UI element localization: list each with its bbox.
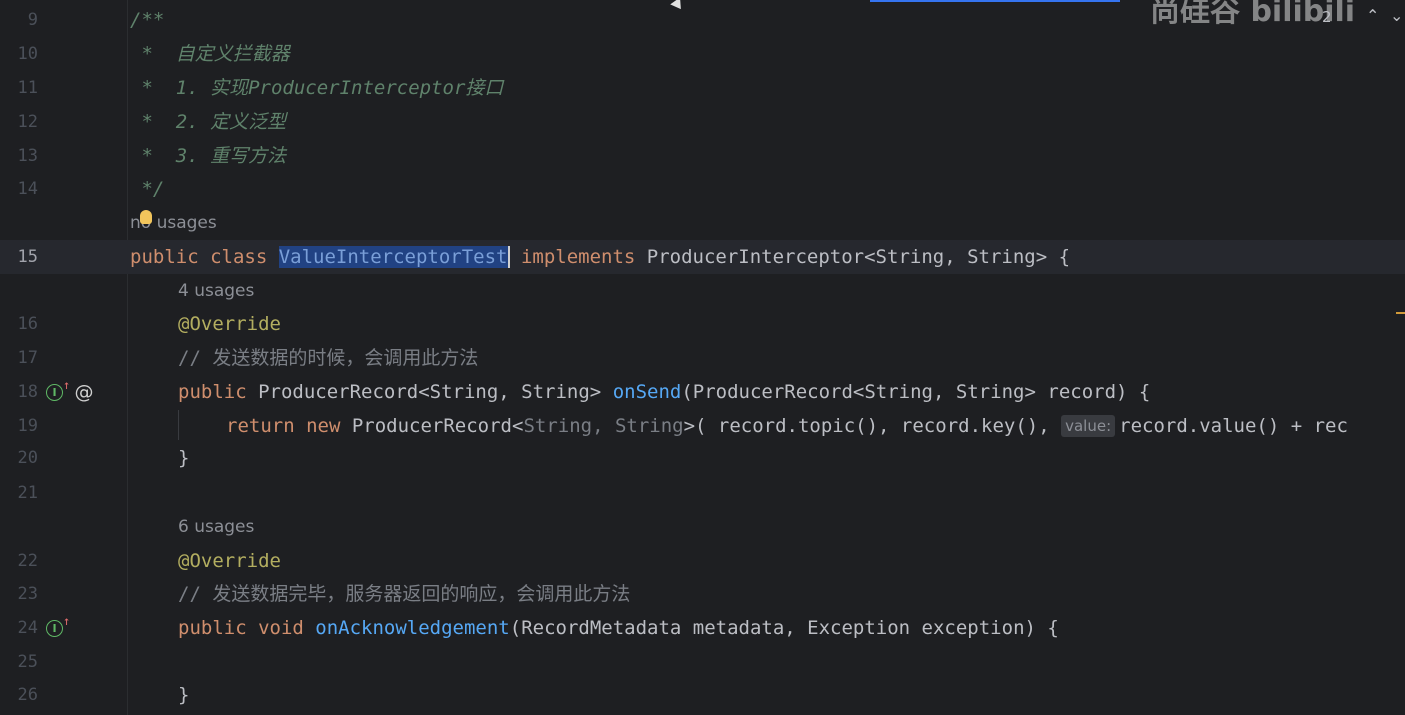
code-line-9[interactable]: 9 /** (0, 3, 1405, 37)
class-declaration: public class ValueInterceptorTest implem… (130, 240, 1070, 274)
line-number: 24 (17, 618, 38, 638)
code-line-14[interactable]: 14 */ (0, 172, 1405, 206)
interface-type: ProducerInterceptor<String, String> { (646, 246, 1071, 268)
closing-brace: } (178, 447, 190, 469)
code-line-16[interactable]: 16 @Override (0, 307, 1405, 341)
line-comment: // 发送数据的时候，会调用此方法 (178, 347, 479, 369)
doc-comment-text: * 1. 实现ProducerInterceptor接口 (130, 77, 504, 99)
keyword: public class (130, 246, 279, 268)
line-number: 11 (17, 78, 38, 98)
return-statement: return new ProducerRecord<String, String… (226, 409, 1348, 443)
override-arrow-icon: ↑ (63, 378, 71, 392)
line-number: 25 (17, 652, 38, 672)
keyword: public void (178, 617, 316, 639)
parameters: (ProducerRecord<String, String> record) … (681, 381, 1151, 403)
doc-comment-text: * 自定义拦截器 (130, 43, 290, 65)
doc-comment-text: * 3. 重写方法 (130, 145, 287, 167)
usages-hint-row: 4 usages (0, 274, 1405, 308)
override-arrow-icon: ↑ (63, 614, 71, 628)
override-annotation: @Override (178, 550, 281, 572)
at-icon[interactable]: @ (74, 382, 94, 402)
usages-hint-row: no usages (0, 206, 1405, 240)
method-name[interactable]: onAcknowledgement (315, 617, 509, 639)
line-number: 18 (17, 382, 38, 402)
override-annotation: @Override (178, 313, 281, 335)
usages-hint-row: 6 usages (0, 510, 1405, 544)
code-line-13[interactable]: 13 * 3. 重写方法 (0, 139, 1405, 173)
code-line-25[interactable]: 25 (0, 645, 1405, 679)
generic-args: String, String (523, 415, 684, 437)
method-signature: public ProducerRecord<String, String> on… (178, 375, 1150, 409)
call-args: >( record.topic(), record.key(), (683, 415, 1062, 437)
doc-comment-start: /** (130, 9, 165, 31)
doc-comment-text: * 2. 定义泛型 (130, 111, 287, 133)
implements-method-icon[interactable]: I (46, 384, 63, 401)
code-editor[interactable]: 尚硅谷 bilibili 2 ⌃ ⌄ 9 /** 10 * 自定义拦截器 11 … (0, 0, 1405, 715)
method-name[interactable]: onSend (613, 381, 682, 403)
lightbulb-icon[interactable] (140, 210, 152, 224)
selected-class-name[interactable]: ValueInterceptorTest (278, 246, 510, 268)
code-line-11[interactable]: 11 * 1. 实现ProducerInterceptor接口 (0, 71, 1405, 105)
code-line-17[interactable]: 17 // 发送数据的时候，会调用此方法 (0, 341, 1405, 375)
code-line-10[interactable]: 10 * 自定义拦截器 (0, 37, 1405, 71)
line-number: 19 (17, 416, 38, 436)
return-type: ProducerRecord<String, String> (258, 381, 613, 403)
line-number: 10 (17, 44, 38, 64)
line-comment: // 发送数据完毕，服务器返回的响应，会调用此方法 (178, 583, 631, 605)
line-number: 9 (27, 10, 38, 30)
usages-hint[interactable]: 4 usages (178, 274, 254, 308)
line-number: 12 (17, 112, 38, 132)
code-line-15[interactable]: 15 public class ValueInterceptorTest imp… (0, 240, 1405, 274)
code-line-26[interactable]: 26 } (0, 678, 1405, 712)
keyword: implements (509, 246, 647, 268)
code-line-12[interactable]: 12 * 2. 定义泛型 (0, 105, 1405, 139)
keyword: return new (226, 415, 352, 437)
call-args-tail: record.value() + rec (1119, 415, 1348, 437)
parameters: (RecordMetadata metadata, Exception exce… (509, 617, 1059, 639)
code-line-18[interactable]: 18 I ↑ @ public ProducerRecord<String, S… (0, 375, 1405, 409)
code-line-21[interactable]: 21 (0, 476, 1405, 510)
line-number: 17 (17, 348, 38, 368)
code-line-24[interactable]: 24 I ↑ public void onAcknowledgement(Rec… (0, 611, 1405, 645)
line-number: 26 (17, 685, 38, 705)
type-name: ProducerRecord< (351, 415, 524, 437)
parameter-inlay-hint: value: (1061, 415, 1116, 437)
usages-hint[interactable]: 6 usages (178, 510, 254, 544)
implements-method-icon[interactable]: I (46, 620, 63, 637)
code-line-22[interactable]: 22 @Override (0, 544, 1405, 578)
line-number: 15 (17, 247, 38, 267)
code-line-23[interactable]: 23 // 发送数据完毕，服务器返回的响应，会调用此方法 (0, 577, 1405, 611)
doc-comment-end: */ (130, 178, 165, 200)
line-number: 20 (17, 448, 38, 468)
code-line-20[interactable]: 20 } (0, 441, 1405, 475)
closing-brace: } (178, 684, 190, 706)
line-number: 16 (17, 314, 38, 334)
line-number: 23 (17, 584, 38, 604)
line-number: 22 (17, 551, 38, 571)
line-number: 21 (17, 483, 38, 503)
tab-highlight-bar (870, 0, 1120, 2)
method-signature: public void onAcknowledgement(RecordMeta… (178, 611, 1059, 645)
code-line-19[interactable]: 19 return new ProducerRecord<String, Str… (0, 409, 1405, 443)
line-number: 13 (17, 146, 38, 166)
keyword: public (178, 381, 259, 403)
line-number: 14 (17, 179, 38, 199)
